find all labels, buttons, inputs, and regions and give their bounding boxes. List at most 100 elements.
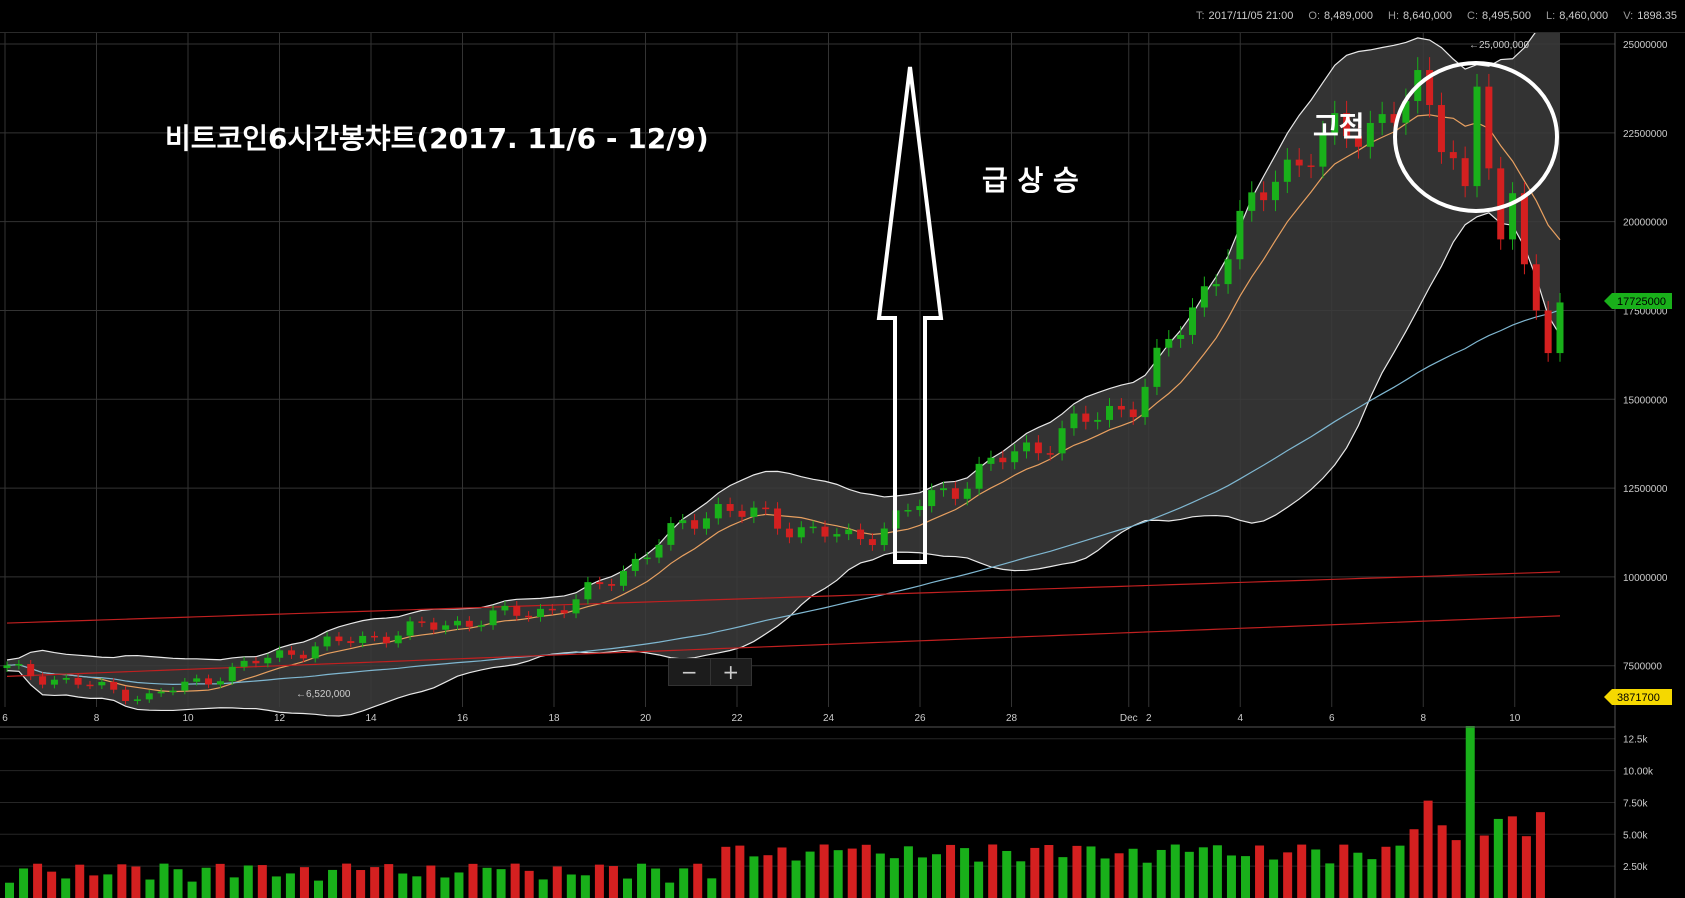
volume-bar xyxy=(1044,845,1054,898)
volume-bar xyxy=(496,869,506,898)
candle-body xyxy=(240,660,248,667)
volume-axis-label: 5.00k xyxy=(1623,830,1648,841)
volume-bar xyxy=(61,878,71,898)
candle-body xyxy=(1532,264,1540,311)
candle-body xyxy=(1129,409,1137,418)
volume-bar xyxy=(47,871,57,898)
volume-bar xyxy=(763,855,773,898)
candle-body xyxy=(252,660,260,664)
candle-body xyxy=(1106,405,1114,420)
volume-bar xyxy=(187,881,197,898)
volume-bar xyxy=(580,875,590,898)
volume-axis-label: 2.50k xyxy=(1623,862,1648,873)
volume-bar xyxy=(1535,812,1545,898)
volume-bar xyxy=(1353,852,1363,898)
candle-body xyxy=(1307,165,1315,167)
candle-body xyxy=(1248,192,1256,211)
svg-text:17725000: 17725000 xyxy=(1617,296,1666,308)
volume-bar xyxy=(328,869,338,898)
candle-body xyxy=(1378,114,1386,123)
volume-bar xyxy=(932,854,941,898)
price-chart[interactable]: 2500000022500000200000001750000015000000… xyxy=(0,0,1685,898)
volume-bar xyxy=(131,866,141,898)
low-marker: ←6,520,000 xyxy=(296,689,351,700)
volume-bar xyxy=(524,870,534,898)
volume-bar xyxy=(342,863,352,898)
candle-body xyxy=(845,529,853,535)
date-axis-label: 28 xyxy=(1006,713,1018,724)
volume-bar xyxy=(777,847,787,898)
volume-bar xyxy=(33,863,43,898)
volume-bar xyxy=(1255,845,1265,898)
candle-body xyxy=(1117,405,1125,410)
candle-body xyxy=(1497,168,1505,240)
candle-body xyxy=(1141,386,1149,418)
volume-bar xyxy=(1142,862,1152,898)
volume-bar xyxy=(159,863,169,898)
candle-body xyxy=(371,635,379,638)
volume-axis-label: 12.5k xyxy=(1623,735,1648,746)
volume-bar xyxy=(271,876,281,898)
volume-bar xyxy=(1184,851,1194,898)
candle-body xyxy=(1023,442,1031,452)
price-axis-label: 12500000 xyxy=(1623,484,1668,495)
volume-bar xyxy=(299,867,309,898)
candle-body xyxy=(1556,302,1564,354)
volume-bar xyxy=(707,878,717,898)
volume-bar xyxy=(1465,726,1475,898)
candle-body xyxy=(264,657,272,664)
candle-body xyxy=(572,599,580,614)
candle-body xyxy=(679,520,687,524)
candle-body xyxy=(86,684,94,687)
volume-bar xyxy=(1058,857,1068,898)
volume-bar xyxy=(833,850,843,898)
volume-bar xyxy=(454,872,464,898)
candle-body xyxy=(702,518,710,529)
volume-bar xyxy=(749,856,759,898)
low-label: L: xyxy=(1546,10,1556,22)
volume-bar xyxy=(1100,858,1110,898)
volume-bar xyxy=(257,865,267,898)
candle-body xyxy=(1082,413,1090,422)
chart-annotation-title: 비트코인6시간봉챠트(2017. 11/6 - 12/9) xyxy=(165,122,709,155)
candle-body xyxy=(750,507,758,517)
volume-value: 1898.35 xyxy=(1637,10,1677,22)
candle-body xyxy=(1094,419,1102,422)
candle-body xyxy=(916,506,924,511)
candle-body xyxy=(193,678,201,682)
volume-bar xyxy=(426,865,436,898)
candle-body xyxy=(904,510,912,512)
candle-body xyxy=(27,664,35,677)
candle-body xyxy=(1011,451,1019,463)
candle-body xyxy=(975,463,983,489)
volume-bar xyxy=(1423,800,1433,898)
candle-body xyxy=(453,620,461,626)
candle-body xyxy=(738,510,746,517)
volume-label: V: xyxy=(1623,10,1634,22)
zoom-out-button[interactable]: − xyxy=(669,659,711,685)
volume-bar xyxy=(1016,861,1026,898)
date-axis-label: 8 xyxy=(1420,713,1426,724)
volume-bar xyxy=(1114,853,1124,898)
price-axis-label: 7500000 xyxy=(1623,662,1662,673)
volume-bar xyxy=(960,848,970,898)
candle-body xyxy=(1260,192,1268,201)
volume-bar xyxy=(356,870,366,898)
volume-bar xyxy=(285,873,295,898)
volume-bar xyxy=(243,865,253,898)
candle-body xyxy=(1544,310,1552,354)
volume-bar xyxy=(19,868,29,898)
volume-bar xyxy=(1269,859,1279,898)
volume-bar xyxy=(1451,840,1461,898)
volume-bar xyxy=(1212,845,1222,898)
volume-bar xyxy=(861,844,871,898)
candle-body xyxy=(394,635,402,644)
candle-body xyxy=(762,507,770,510)
high-marker: ←25,000,000 xyxy=(1469,40,1529,51)
volume-bar xyxy=(1325,863,1335,898)
price-axis-label: 22500000 xyxy=(1623,129,1668,140)
date-axis-label: 10 xyxy=(182,713,194,724)
candle-body xyxy=(868,539,876,546)
zoom-in-button[interactable]: + xyxy=(711,659,752,685)
volume-bar xyxy=(75,864,85,898)
